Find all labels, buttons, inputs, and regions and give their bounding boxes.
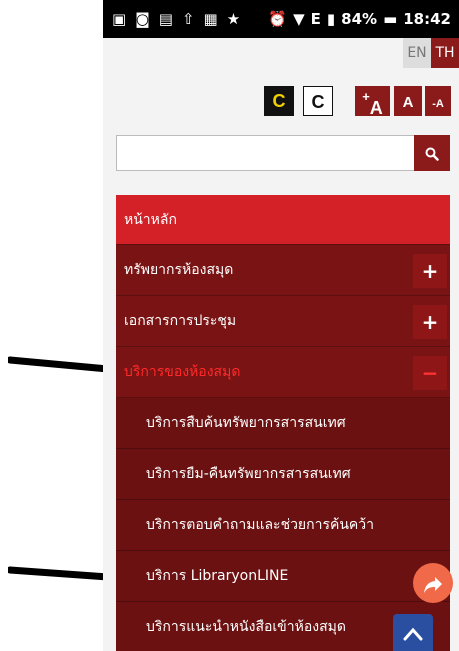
back-to-top-button[interactable]	[393, 614, 433, 651]
menu-item-conference-docs[interactable]: เอกสารการประชุม +	[116, 296, 450, 347]
wifi-icon: ▼	[293, 10, 305, 28]
battery-percent: 84%	[341, 10, 378, 28]
lang-en-button[interactable]: EN	[403, 38, 431, 68]
network-label: E	[310, 10, 321, 28]
search-button[interactable]	[414, 135, 450, 171]
star-icon: ★	[226, 9, 241, 28]
main-menu: หน้าหลัก ทรัพยากรห้องสมุด + เอกสารการประ…	[116, 195, 450, 651]
menu-item-label: เอกสารการประชุม	[124, 313, 237, 329]
search-icon	[425, 147, 439, 161]
search-box	[116, 135, 439, 172]
alarm-icon: ⏰	[268, 10, 288, 28]
accessibility-tools: C C +A A -A	[103, 86, 459, 118]
phone-screen: ▣ ◙ ▤ ⇧ ▦ ★ ⏰ ▼ E ▮ 84% ▬ 18:42 EN TH C …	[103, 0, 459, 651]
font-decrease-button[interactable]: -A	[425, 86, 451, 116]
battery-icon: ▬	[383, 10, 398, 28]
message-icon: ▣	[112, 9, 127, 28]
menu-item-resources[interactable]: ทรัพยากรห้องสมุด +	[116, 245, 450, 296]
expand-toggle[interactable]: +	[413, 254, 447, 288]
status-bar: ▣ ◙ ▤ ⇧ ▦ ★ ⏰ ▼ E ▮ 84% ▬ 18:42	[103, 0, 459, 38]
share-button[interactable]	[413, 563, 453, 603]
menu-item-label: ทรัพยากรห้องสมุด	[124, 262, 234, 278]
font-normal-button[interactable]: A	[394, 86, 422, 116]
font-increase-button[interactable]: +A	[355, 86, 390, 118]
lang-th-button[interactable]: TH	[431, 38, 459, 68]
expand-toggle[interactable]: +	[413, 305, 447, 339]
submenu-item-libraryonline[interactable]: บริการ LibraryonLINE	[116, 551, 450, 602]
submenu-item-search-service[interactable]: บริการสืบค้นทรัพยากรสารสนเทศ	[116, 398, 450, 449]
collapse-toggle[interactable]: −	[413, 356, 447, 390]
share-icon	[424, 576, 442, 593]
language-switcher: EN TH	[403, 38, 459, 68]
menu-item-library-services[interactable]: บริการของห้องสมุด −	[116, 347, 450, 398]
upload-icon: ⇧	[181, 9, 195, 28]
chat-icon: ▤	[158, 9, 173, 28]
submenu-item-borrow-return[interactable]: บริการยืม-คืนทรัพยากรสารสนเทศ	[116, 449, 450, 500]
signal-icon: ▮	[326, 10, 336, 28]
high-contrast-button[interactable]: C	[264, 86, 294, 116]
menu-item-label: บริการของห้องสมุด	[124, 364, 241, 380]
submenu-item-reference-help[interactable]: บริการตอบคำถามและช่วยการค้นคว้า	[116, 500, 450, 551]
cast-icon: ▦	[203, 9, 218, 28]
clock: 18:42	[403, 10, 451, 28]
menu-item-home[interactable]: หน้าหลัก	[116, 195, 450, 245]
normal-contrast-button[interactable]: C	[303, 86, 333, 116]
status-right: ⏰ ▼ E ▮ 84% ▬ 18:42	[268, 10, 459, 28]
screen-icon: ◙	[135, 9, 150, 28]
search-input[interactable]	[117, 136, 439, 172]
chevron-up-icon	[403, 627, 423, 641]
